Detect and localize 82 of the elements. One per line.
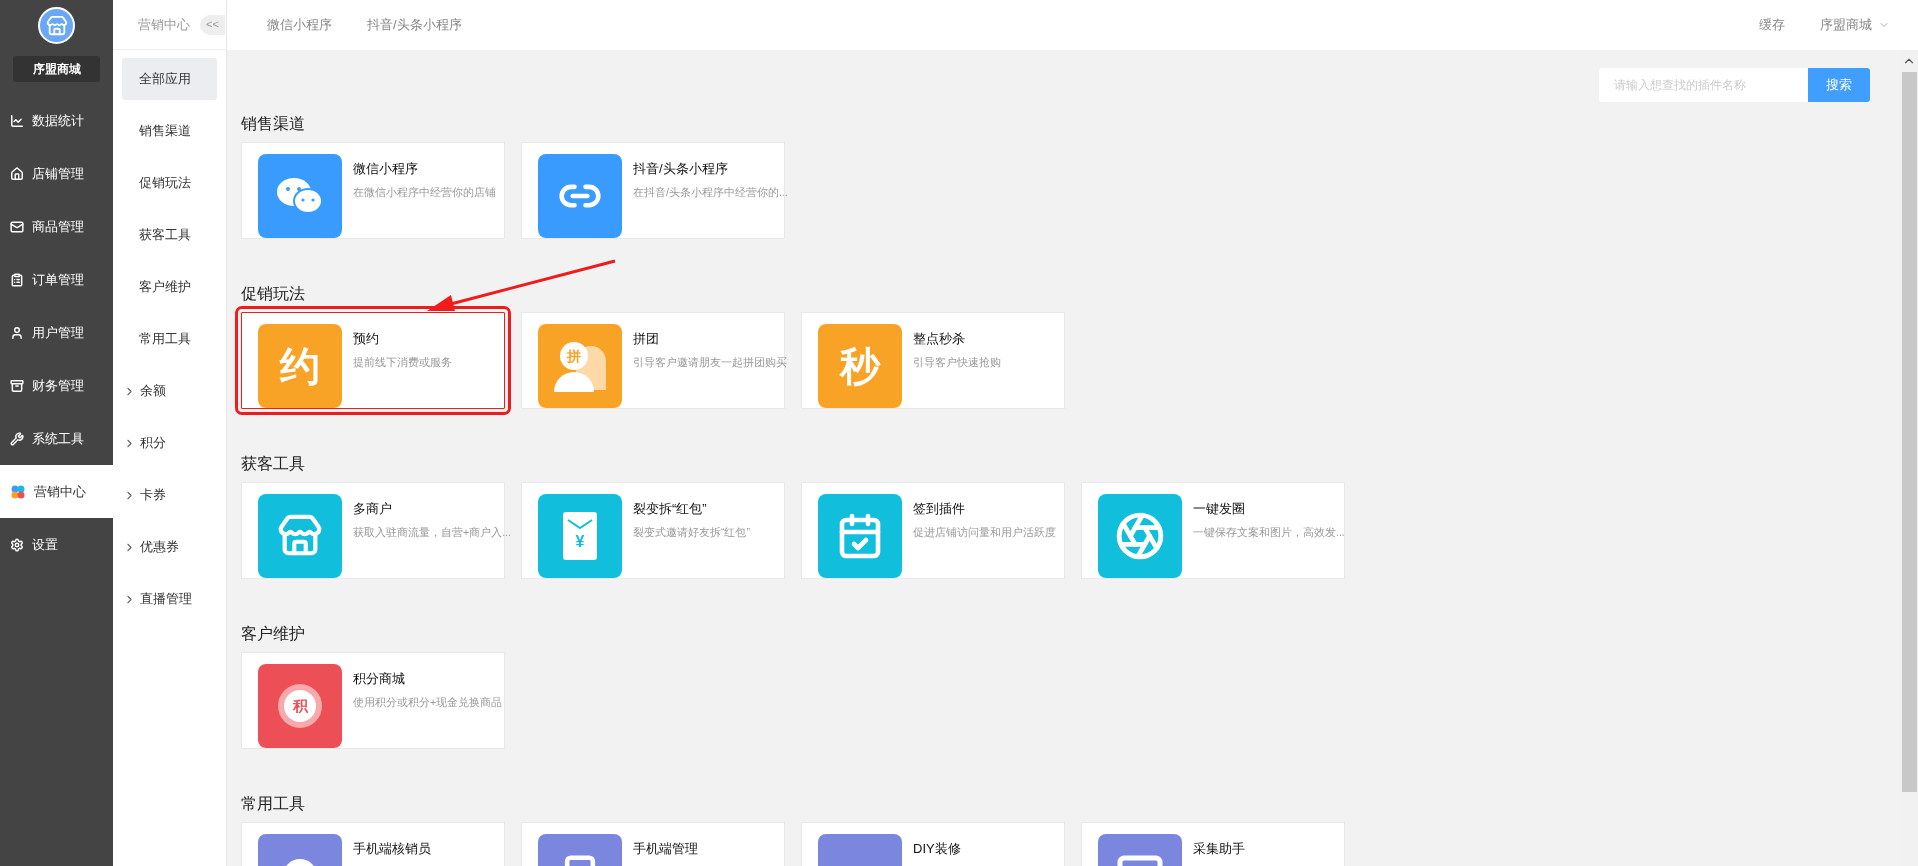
plugin-name: 拼团 [633, 330, 660, 348]
sub-nav-item[interactable]: 积分 [122, 422, 217, 464]
user-icon [10, 325, 24, 340]
plugin-glyph: 约 [280, 346, 320, 386]
plugin-card[interactable]: 秒 整点秒杀 引导客户快速抢购 [801, 312, 1065, 409]
plugin-name: 整点秒杀 [913, 330, 966, 348]
wrench-icon [10, 431, 24, 446]
account-menu[interactable]: 序盟商城 [1820, 15, 1890, 35]
plugin-name: 预约 [353, 330, 380, 348]
sub-nav-item[interactable]: 直播管理 [122, 578, 217, 620]
plugin-card[interactable]: 采集助手 [1081, 822, 1345, 866]
store-icon [10, 166, 24, 181]
sidebar-item[interactable]: 商品管理 [0, 200, 113, 253]
plugin-description: 在抖音/头条小程序中经营你的... [633, 184, 788, 200]
finance-icon [10, 378, 24, 393]
section-title: 促销玩法 [241, 284, 305, 304]
plugin-card[interactable]: 一键发圈 一键保存文案和图片，高效发... [1081, 482, 1345, 579]
plugin-name: 签到插件 [913, 500, 966, 518]
sub-nav-item[interactable]: 客户维护 [122, 266, 217, 308]
plugin-card[interactable]: 微信小程序 在微信小程序中经营你的店铺 [241, 142, 505, 239]
sidebar-item[interactable]: 系统工具 [0, 412, 113, 465]
plugin-name: 手机端管理 [633, 840, 699, 858]
sidebar-item[interactable]: 财务管理 [0, 359, 113, 412]
sub-sidebar-title: 营销中心 [138, 15, 190, 34]
aperture-icon [1115, 511, 1165, 561]
plugin-name: DIY装修 [913, 840, 962, 858]
plugin-name: 一键发圈 [1193, 500, 1246, 518]
mail-icon [10, 219, 24, 234]
sub-nav-item[interactable]: 余额 [122, 370, 217, 412]
plugin-name: 裂变拆“红包” [633, 500, 708, 518]
sidebar-item[interactable]: 用户管理 [0, 306, 113, 359]
plugin-description: 一键保存文案和图片，高效发... [1193, 524, 1345, 540]
sidebar-item[interactable]: 数据统计 [0, 94, 113, 147]
plugin-card[interactable]: 手机端核销员 [241, 822, 505, 866]
shop-name-label: 序盟商城 [13, 56, 100, 82]
plugin-name: 抖音/头条小程序 [633, 160, 729, 178]
section-title: 销售渠道 [241, 114, 305, 134]
sub-nav-item[interactable]: 卡券 [122, 474, 217, 516]
plugin-glyph: 秒 [840, 346, 880, 386]
sidebar-item[interactable]: 店铺管理 [0, 147, 113, 200]
plugin-description: 引导客户快速抢购 [913, 354, 1001, 370]
sub-nav-item[interactable]: 全部应用 [122, 58, 217, 100]
clipboard-icon [10, 272, 24, 287]
plugin-description: 引导客户邀请朋友一起拼团购买 [633, 354, 787, 370]
plugin-description: 裂变式邀请好友拆“红包” [633, 524, 750, 540]
plugin-card[interactable]: ¥ 裂变拆“红包” 裂变式邀请好友拆“红包” [521, 482, 785, 579]
plugin-name: 采集助手 [1193, 840, 1246, 858]
sub-nav-item[interactable]: 销售渠道 [122, 110, 217, 152]
plugin-card[interactable]: 抖音/头条小程序 在抖音/头条小程序中经营你的... [521, 142, 785, 239]
section-title: 客户维护 [241, 624, 305, 644]
points-coin-icon: 积 [278, 684, 322, 728]
cache-link[interactable]: 缓存 [1759, 15, 1785, 35]
sub-nav-item[interactable]: 获客工具 [122, 214, 217, 256]
sub-nav-item[interactable]: 常用工具 [122, 318, 217, 360]
plugin-name: 微信小程序 [353, 160, 419, 178]
plugin-description: 在微信小程序中经营你的店铺 [353, 184, 496, 200]
top-tab[interactable]: 微信小程序 [267, 15, 332, 35]
plugin-description: 获取入驻商流量，自营+商户入... [353, 524, 511, 540]
plugin-description: 使用积分或积分+现金兑换商品 [353, 694, 503, 710]
plugin-card[interactable]: 签到插件 促进店铺访问量和用户活跃度 [801, 482, 1065, 579]
sidebar-item[interactable]: 设置 [0, 518, 113, 571]
plugin-name: 手机端核销员 [353, 840, 432, 858]
settings-icon [10, 537, 24, 552]
shop-logo-icon [38, 7, 75, 44]
plugin-card[interactable]: 手机端管理 [521, 822, 785, 866]
plugin-description: 促进店铺访问量和用户活跃度 [913, 524, 1056, 540]
section-title: 获客工具 [241, 454, 305, 474]
plugin-name: 积分商城 [353, 670, 406, 688]
plugin-card[interactable]: DIY装修 [801, 822, 1065, 866]
chart-icon [10, 113, 24, 128]
section-title: 常用工具 [241, 794, 305, 814]
sub-nav-item[interactable]: 优惠券 [122, 526, 217, 568]
plugin-card[interactable]: 拼 拼团 引导客户邀请朋友一起拼团购买 [521, 312, 785, 409]
sub-nav-item[interactable]: 促销玩法 [122, 162, 217, 204]
plugin-description: 提前线下消费或服务 [353, 354, 452, 370]
clover-icon [10, 483, 26, 500]
envelope-icon: ¥ [563, 512, 597, 560]
plugin-card[interactable]: 积 积分商城 使用积分或积分+现金兑换商品 [241, 652, 505, 749]
sidebar-item[interactable]: 营销中心 [0, 465, 113, 518]
top-tab[interactable]: 抖音/头条小程序 [367, 15, 462, 35]
plugin-name: 多商户 [353, 500, 393, 518]
sidebar-item[interactable]: 订单管理 [0, 253, 113, 306]
